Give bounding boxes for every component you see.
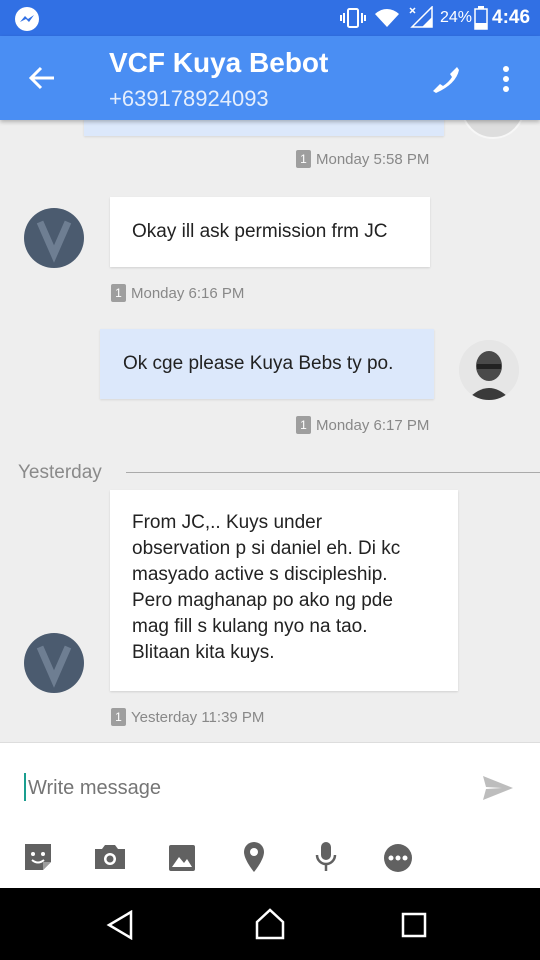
navigation-bar <box>0 888 540 960</box>
signal-icon <box>408 5 434 33</box>
incoming-message[interactable]: Okay ill ask permission frm JC <box>110 197 430 267</box>
wifi-icon <box>374 8 400 33</box>
composer <box>0 742 540 889</box>
battery-icon <box>474 6 488 35</box>
back-triangle-icon[interactable] <box>106 909 134 945</box>
recents-icon[interactable] <box>401 912 427 943</box>
message-meta: 1 Yesterday 11:39 PM <box>111 708 264 726</box>
messenger-icon <box>14 6 40 37</box>
message-text: Okay ill ask permission frm JC <box>132 221 388 242</box>
contact-name: VCF Kuya Bebot <box>109 47 329 78</box>
outgoing-message[interactable]: Ok cge please Kuya Bebs ty po. <box>100 329 434 399</box>
location-icon[interactable] <box>243 841 265 878</box>
divider-line <box>126 472 540 473</box>
app-bar: VCF Kuya Bebot +639178924093 <box>0 36 540 120</box>
phone-icon[interactable] <box>430 64 460 99</box>
date-divider-label: Yesterday <box>18 462 102 483</box>
conversation[interactable]: 1 Monday 5:58 PM Okay ill ask permission… <box>0 120 540 742</box>
message-text: From JC,.. Kuys under observation p si d… <box>132 510 400 666</box>
my-avatar <box>461 120 525 139</box>
message-timestamp: Monday 6:17 PM <box>316 416 430 434</box>
battery-percent: 24% <box>440 9 473 26</box>
sticker-icon[interactable] <box>23 842 53 877</box>
sim-badge: 1 <box>111 708 126 726</box>
incoming-message[interactable]: From JC,.. Kuys under observation p si d… <box>110 490 458 691</box>
outgoing-message[interactable] <box>84 120 444 136</box>
image-icon[interactable] <box>168 844 196 877</box>
sim-badge: 1 <box>111 284 126 302</box>
status-bar: 24% 4:46 <box>0 0 540 36</box>
back-arrow-icon[interactable] <box>28 64 56 97</box>
message-line: masyado active s discipleship. <box>132 564 388 585</box>
message-line: Pero maghanap po ako ng pde <box>132 590 393 611</box>
message-text: Ok cge please Kuya Bebs ty po. <box>123 353 394 374</box>
message-timestamp: Monday 6:16 PM <box>131 284 245 302</box>
message-line: observation p si daniel eh. Di kc <box>132 538 401 559</box>
home-icon[interactable] <box>254 908 286 945</box>
my-avatar <box>459 340 519 400</box>
contact-number: +639178924093 <box>109 86 269 111</box>
more-options-icon[interactable] <box>383 843 413 878</box>
vibrate-icon <box>340 8 366 33</box>
sim-badge: 1 <box>296 416 311 434</box>
send-icon[interactable] <box>482 775 514 806</box>
message-timestamp: Monday 5:58 PM <box>316 150 430 168</box>
message-input[interactable] <box>26 771 460 805</box>
contact-avatar <box>24 208 84 268</box>
microphone-icon[interactable] <box>314 841 338 878</box>
message-timestamp: Yesterday 11:39 PM <box>131 708 265 726</box>
clock: 4:46 <box>492 7 531 28</box>
message-meta: 1 Monday 6:16 PM <box>111 284 244 302</box>
camera-icon[interactable] <box>93 843 127 876</box>
sim-badge: 1 <box>296 150 311 168</box>
message-line: mag fill s kulang nyo na tao. <box>132 616 368 637</box>
more-vert-icon[interactable] <box>502 66 510 97</box>
contact-avatar <box>24 633 84 693</box>
message-line: From JC,.. Kuys under <box>132 512 323 533</box>
message-line: Blitaan kita kuys. <box>132 642 275 663</box>
message-meta: 1 Monday 5:58 PM <box>296 150 429 168</box>
message-meta: 1 Monday 6:17 PM <box>296 416 429 434</box>
